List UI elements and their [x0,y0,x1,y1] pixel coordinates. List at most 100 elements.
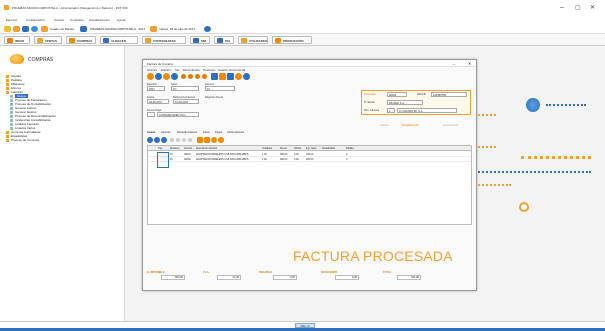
table-row[interactable]: 40 00002 ADAPTADOR WIRELESS USB 300N 2DB M… [148,157,471,162]
factura-menu-archivo[interactable]: Archivo [147,68,157,72]
line-last-icon[interactable] [188,138,192,142]
tab-5[interactable]: Observaciones [227,131,244,134]
nav-produccin-button[interactable]: PRODUCCIÓN [272,36,312,44]
tab-3[interactable]: Datos [203,131,210,134]
column-header[interactable]: Almacén [170,147,179,150]
menu-usuario[interactable]: Usuario [54,18,64,22]
grid-icon[interactable] [219,73,226,80]
ejercicio-field[interactable]: 2017 [147,86,165,91]
line-next-icon[interactable] [182,138,186,142]
tab-4[interactable]: Pagos [215,131,222,134]
folder-icon [6,138,9,142]
line-first-icon[interactable] [170,138,174,142]
tab-2[interactable]: Domicilio Factura [177,131,197,134]
dir-factura-field: C/ CASTRO 80, S.A. [397,108,457,113]
fecha-field[interactable]: 18-06-2017 [147,99,169,104]
settings-icon[interactable] [243,73,250,80]
factura-menu-ver[interactable]: Ver [175,68,180,72]
column-header[interactable]: Unidades [262,147,272,150]
contabilizacion-link[interactable]: Contabilización [401,124,419,127]
folder-icon[interactable] [13,26,20,32]
factura-close-button[interactable]: ✕ [468,61,471,66]
razon-social-label: R. Social [364,101,375,104]
referencia-field[interactable]: 10-06-2017 [173,99,199,104]
selected-cell[interactable] [157,152,169,168]
factura-menu-edicion[interactable]: Edición [161,68,171,72]
refresh-icon[interactable] [171,73,178,80]
factura-minimize-button[interactable]: – [453,61,455,66]
dashboard-label[interactable]: Cuadro de Mando [50,27,74,31]
folder-icon [6,90,9,94]
nav-pgi-button[interactable]: PGI [214,36,234,44]
info-icon[interactable] [204,26,211,32]
maximize-button[interactable]: ▢ [575,4,581,11]
triangle-icon[interactable] [22,26,29,32]
lines-table: Tipo Almacén Artículo Descripción Artículo U… [147,145,472,225]
first-icon[interactable] [181,74,186,79]
print-icon[interactable] [211,73,218,80]
new-icon[interactable] [147,73,154,80]
nav-inicio-button[interactable]: INICIO [4,36,30,44]
next-icon[interactable] [195,74,200,79]
column-header[interactable]: Tipo [158,147,163,150]
line-settings-icon[interactable] [218,137,224,143]
nav-smi-button[interactable]: SMI [190,36,210,44]
tab-1[interactable]: Apuntes [161,131,171,134]
tree-item[interactable]: Proceso de Compras [6,138,56,142]
menu-configuracion[interactable]: Configuración [26,18,45,22]
prev-icon[interactable] [188,74,193,79]
line-grid-icon[interactable] [204,137,210,143]
dir-factura-num[interactable]: 1 [387,108,395,113]
column-header[interactable]: Artículo [184,147,192,150]
factura-menu-gestion[interactable]: Gestión Documental [218,68,245,72]
company-icon [80,26,87,32]
vencimientos-link[interactable]: Vencimientos [443,124,458,127]
column-header[interactable]: Descripción Artículo [196,147,217,150]
globe-icon[interactable] [31,26,38,32]
nav-utilidades-button[interactable]: UTILIDADES [238,36,268,44]
regimen-label: Régimen Fiscal [205,96,223,99]
forma-pago-field[interactable]: CONTADO EFECTIVO [157,112,199,117]
minimize-button[interactable]: – [560,4,564,11]
line-edit-icon[interactable] [154,137,160,143]
column-header[interactable]: Nota/Pedido [322,147,335,150]
star-icon[interactable] [4,26,11,32]
numero-field[interactable]: 10 [205,86,235,91]
nav-ventas-button[interactable]: VENTAS [34,36,62,44]
nav-contabilidad-button[interactable]: CONTABILIDAD [142,36,186,44]
processed-stamp: FACTURA PROCESADA [293,248,453,264]
menu-ejercicio[interactable]: Ejercicio [6,18,17,22]
nav-almacn-button[interactable]: ALMACÉN [100,36,138,44]
column-header[interactable]: Precio [280,147,287,150]
nav-label: PRODUCCIÓN [283,39,304,43]
menu-actualizaciones[interactable]: Actualizaciones [89,18,110,22]
tab-0[interactable]: Líneas [147,131,155,134]
table-cell: 0,00 [294,153,299,156]
nav-compras-button[interactable]: COMPRAS [66,36,96,44]
line-prev-icon[interactable] [176,138,180,142]
menu-ayuda[interactable]: Ayuda [117,18,125,22]
serie-field[interactable]: FC [171,86,199,91]
factura-menu-movimientos[interactable]: Movimientos [183,68,200,72]
total-value: 0,00 [273,275,297,280]
last-icon[interactable] [202,74,207,79]
factura-menu-procesos[interactable]: Procesos [203,68,216,72]
line-help-icon[interactable] [211,137,217,143]
menu-contextos[interactable]: Contextos [70,18,84,22]
proveedor-field[interactable]: 00001 [387,92,407,97]
delete-icon[interactable] [163,73,170,80]
line-save-icon[interactable] [161,137,167,143]
column-header[interactable]: %Dcto [294,147,301,150]
dashboard-icon[interactable] [41,26,48,32]
column-header[interactable]: Imp. Neto [306,147,316,150]
asiento-link[interactable]: Asiento [380,124,389,127]
statusbar: Pan. 0 [0,321,605,331]
help-icon[interactable] [235,73,242,80]
line-print-icon[interactable] [197,137,203,143]
line-new-icon[interactable] [147,137,153,143]
edit-icon[interactable] [155,73,162,80]
export-icon[interactable] [227,73,234,80]
forma-pago-code[interactable] [147,112,155,117]
column-header[interactable]: Partida [346,147,354,150]
close-button[interactable]: ✕ [590,4,595,11]
